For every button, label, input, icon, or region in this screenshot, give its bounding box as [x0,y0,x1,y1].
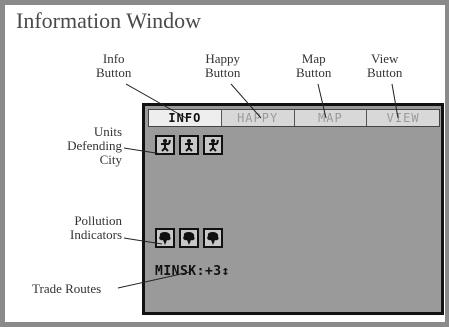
window-title: Information Window [16,8,202,33]
pollution-indicator-3 [203,228,223,248]
tab-info[interactable]: INFO [149,110,222,126]
happy-button-callout: Happy Button [205,51,241,80]
tab-happy[interactable]: HAPPY [222,110,295,126]
city-info-screen: INFO HAPPY MAP VIEW MINSK:+3↕ [142,103,444,315]
pollution-indicator-2 [179,228,199,248]
pollution-indicators-callout: Pollution Indicators [70,213,122,242]
pollution-icon [207,232,219,245]
soldier-icon [209,139,219,152]
defending-unit-3[interactable] [203,135,223,155]
defending-unit-1[interactable] [155,135,175,155]
pollution-icon [159,232,171,245]
soldier-icon [185,139,193,152]
view-button-callout: View Button [367,51,403,80]
tab-map[interactable]: MAP [295,110,368,126]
pollution-icon [183,232,195,245]
trade-route-text: MINSK:+3↕ [155,264,230,279]
units-defending-callout: Units Defending City [67,124,122,167]
map-button-callout: Map Button [296,51,332,80]
defending-unit-2[interactable] [179,135,199,155]
tab-view[interactable]: VIEW [367,110,439,126]
pollution-indicator-1 [155,228,175,248]
tab-bar: INFO HAPPY MAP VIEW [148,109,440,127]
trade-routes-callout: Trade Routes [32,281,102,296]
info-button-callout: Info Button [96,51,132,80]
soldier-icon [161,139,171,152]
